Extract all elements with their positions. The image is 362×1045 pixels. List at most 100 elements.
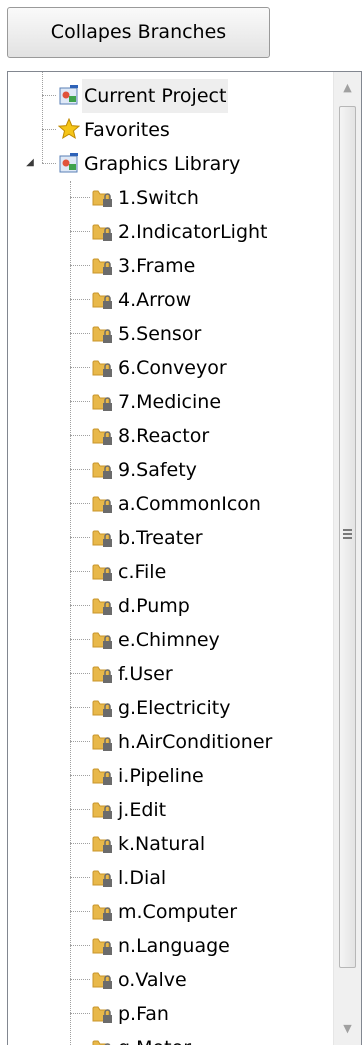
tree-connector [70,299,90,300]
locked-folder-icon [92,594,114,616]
tree-connector [70,639,90,640]
project-icon [58,84,80,106]
tree-connector [70,435,90,436]
tree-item-label: j.Edit [118,799,167,821]
tree-connector [70,333,90,334]
tree-item-label: d.Pump [118,595,190,617]
locked-folder-icon [92,1002,114,1024]
tree-item-label: f.User [118,663,173,685]
tree-item-f-user[interactable]: f.User [8,657,335,691]
locked-folder-icon [92,968,114,990]
expanded-toggle-icon[interactable]: ◢ [24,157,36,169]
locked-folder-icon [92,832,114,854]
tree-connector [70,503,90,504]
tree-item-label: 2.IndicatorLight [118,221,268,243]
tree-item-8-reactor[interactable]: 8.Reactor [8,419,335,453]
tree-item-o-valve[interactable]: o.Valve [8,963,335,997]
tree-item-5-sensor[interactable]: 5.Sensor [8,317,335,351]
tree-item-label: o.Valve [118,969,187,991]
tree-connector [70,469,90,470]
tree-item-m-computer[interactable]: m.Computer [8,895,335,929]
tree-item-2-indicatorlight[interactable]: 2.IndicatorLight [8,215,335,249]
tree-connector [70,809,90,810]
tree-item-7-medicine[interactable]: 7.Medicine [8,385,335,419]
tree-item-4-arrow[interactable]: 4.Arrow [8,283,335,317]
tree-connector [70,775,90,776]
tree-item-b-treater[interactable]: b.Treater [8,521,335,555]
locked-folder-icon [92,322,114,344]
tree-item-l-dial[interactable]: l.Dial [8,861,335,895]
tree-connector [70,401,90,402]
tree-item-p-fan[interactable]: p.Fan [8,997,335,1031]
tree-item-label: 7.Medicine [118,391,222,413]
tree-connector [70,367,90,368]
locked-folder-icon [92,458,114,480]
locked-folder-icon [92,254,114,276]
locked-folder-icon [92,662,114,684]
tree-item-9-safety[interactable]: 9.Safety [8,453,335,487]
tree-connector [70,877,90,878]
tree-connector [70,231,90,232]
scroll-thumb[interactable] [339,106,356,968]
tree-connector [70,979,90,980]
tree-item-label: k.Natural [118,833,206,855]
star-icon [57,117,81,140]
tree-item-q-motor[interactable]: q.Motor [8,1031,335,1045]
locked-folder-icon [92,560,114,582]
tree-item-label: m.Computer [118,901,238,923]
tree-item-c-file[interactable]: c.File [8,555,335,589]
tree-item-label: Favorites [84,119,170,141]
tree-item-h-airconditioner[interactable]: h.AirConditioner [8,725,335,759]
tree-connector [70,741,90,742]
locked-folder-icon [92,798,114,820]
scroll-up-arrow-icon[interactable]: ▲ [334,72,361,104]
tree-item-a-commonicon[interactable]: a.CommonIcon [8,487,335,521]
tree-connector [70,911,90,912]
tree-item-1-switch[interactable]: 1.Switch [8,181,335,215]
tree-connector [70,537,90,538]
tree-item-i-pipeline[interactable]: i.Pipeline [8,759,335,793]
tree-item-favorites[interactable]: Favorites [8,113,335,147]
tree-connector [70,673,90,674]
locked-folder-icon [92,764,114,786]
locked-folder-icon [92,900,114,922]
locked-folder-icon [92,356,114,378]
tree-item-label: 8.Reactor [118,425,210,447]
tree-connector [70,707,90,708]
tree-item-label: l.Dial [118,867,167,889]
vertical-scrollbar[interactable]: ▲ ▼ [333,72,361,1045]
tree-item-3-frame[interactable]: 3.Frame [8,249,335,283]
locked-folder-icon [92,628,114,650]
locked-folder-icon [92,424,114,446]
locked-folder-icon [92,526,114,548]
tree-item-label: q.Motor [116,1031,193,1045]
tree-item-g-electricity[interactable]: g.Electricity [8,691,335,725]
tree-item-d-pump[interactable]: d.Pump [8,589,335,623]
tree-connector [70,945,90,946]
tree-item-6-conveyor[interactable]: 6.Conveyor [8,351,335,385]
tree-item-label: 9.Safety [118,459,197,481]
collapse-branches-button[interactable]: Collapes Branches [7,7,270,58]
tree-item-label: 1.Switch [118,187,199,209]
scroll-grip-icon [343,529,352,541]
tree-connector [70,197,90,198]
tree-item-label: e.Chimney [118,629,220,651]
tree-connector [70,605,90,606]
tree-item-label: g.Electricity [118,697,231,719]
tree-item-current-project[interactable]: Current Project [8,79,335,113]
tree-item-n-language[interactable]: n.Language [8,929,335,963]
tree-item-k-natural[interactable]: k.Natural [8,827,335,861]
locked-folder-icon [92,866,114,888]
tree-item-j-edit[interactable]: j.Edit [8,793,335,827]
tree-item-e-chimney[interactable]: e.Chimney [8,623,335,657]
graphics-tree: Current Project Favorites ◢ Graphics Librar… [8,72,335,1045]
tree-item-label: b.Treater [118,527,203,549]
locked-folder-icon [92,390,114,412]
locked-folder-icon [92,934,114,956]
scroll-down-arrow-icon[interactable]: ▼ [334,1013,361,1045]
locked-folder-icon [92,220,114,242]
tree-item-graphics-library[interactable]: ◢ Graphics Library [8,147,335,181]
tree-item-label: 4.Arrow [118,289,192,311]
tree-connector [42,129,56,130]
locked-folder-icon [92,730,114,752]
